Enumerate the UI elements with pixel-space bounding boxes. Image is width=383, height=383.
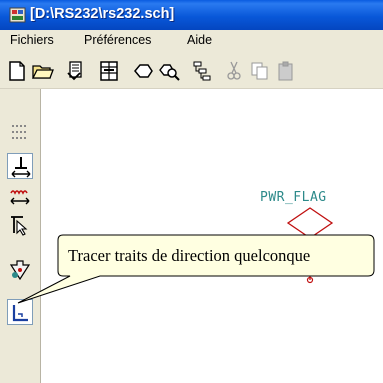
main-toolbar — [0, 52, 383, 89]
menu-bar: Fichiers Préférences Aide — [0, 30, 383, 52]
power-flag-symbol[interactable] — [270, 205, 350, 285]
component-icon[interactable] — [7, 257, 33, 283]
title-bar: [D:\RS232\rs232.sch] — [0, 0, 383, 30]
save-library-icon[interactable] — [97, 59, 121, 83]
library-icon[interactable] — [64, 59, 88, 83]
schematic-canvas-top[interactable] — [40, 89, 383, 119]
vertical-pin-icon[interactable] — [7, 153, 33, 179]
menu-preferences[interactable]: Préférences — [84, 33, 151, 47]
tooltip-text: Tracer traits de direction quelconque — [68, 246, 311, 265]
window-title: [D:\RS232\rs232.sch] — [30, 6, 175, 22]
left-toolbar — [0, 89, 40, 383]
grip-icon[interactable] — [10, 122, 30, 146]
copy-icon[interactable] — [248, 59, 272, 83]
bus-arrow-icon[interactable] — [7, 185, 33, 211]
menu-fichiers[interactable]: Fichiers — [10, 33, 54, 47]
pin-select-icon[interactable] — [7, 213, 33, 239]
cut-icon[interactable] — [222, 59, 246, 83]
paste-icon[interactable] — [274, 59, 298, 83]
menu-aide[interactable]: Aide — [187, 33, 212, 47]
app-icon — [9, 7, 26, 23]
hierarchy-icon[interactable] — [190, 59, 214, 83]
zoom-area-icon[interactable] — [157, 59, 181, 83]
zoom-fit-icon[interactable] — [131, 59, 155, 83]
power-flag-label: PWR_FLAG — [260, 190, 327, 205]
open-icon[interactable] — [31, 59, 55, 83]
new-sheet-icon[interactable] — [5, 59, 29, 83]
draw-line-icon[interactable] — [7, 299, 33, 325]
